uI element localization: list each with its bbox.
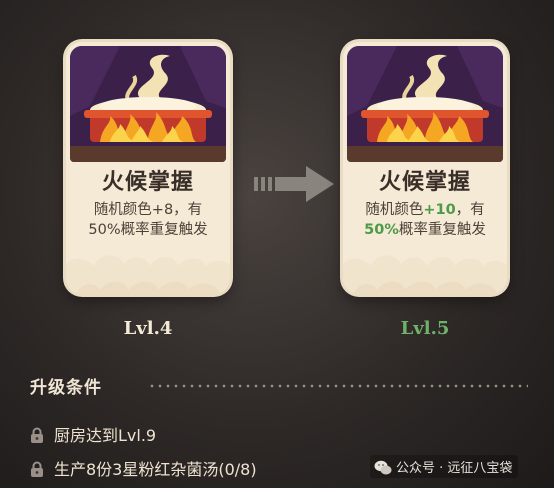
- dotted-divider: [148, 384, 528, 388]
- next-level-label: Lvl.5: [400, 318, 450, 339]
- requirements-title: 升级条件: [30, 378, 102, 398]
- cloud-decoration: [343, 255, 507, 294]
- requirement-item: 厨房达到Lvl.9: [30, 422, 156, 446]
- watermark: 公众号 · 远征八宝袋: [370, 455, 519, 478]
- skill-card-current: 火候掌握 随机颜色+8，有 50%概率重复触发: [66, 42, 230, 294]
- current-level-label: Lvl.4: [123, 318, 173, 339]
- wechat-icon: [374, 460, 392, 475]
- watermark-text: 公众号 · 远征八宝袋: [396, 461, 513, 476]
- skill-title: 火候掌握: [378, 169, 471, 195]
- cloud-decoration: [66, 255, 230, 294]
- lock-icon: [31, 461, 43, 477]
- cooking-pot-art: [70, 46, 226, 162]
- skill-card-next: 火候掌握 随机颜色+10，有 50%概率重复触发: [343, 42, 507, 294]
- requirement-text: 厨房达到Lvl.9: [54, 426, 157, 445]
- requirement-text: 生产8份3星粉红杂菌汤(0/8): [54, 460, 257, 479]
- skill-title: 火候掌握: [101, 169, 194, 195]
- cooking-pot-art: [347, 46, 503, 162]
- arrow-right-icon: [254, 166, 334, 202]
- requirement-item: 生产8份3星粉红杂菌汤(0/8): [30, 456, 257, 480]
- lock-icon: [31, 427, 43, 443]
